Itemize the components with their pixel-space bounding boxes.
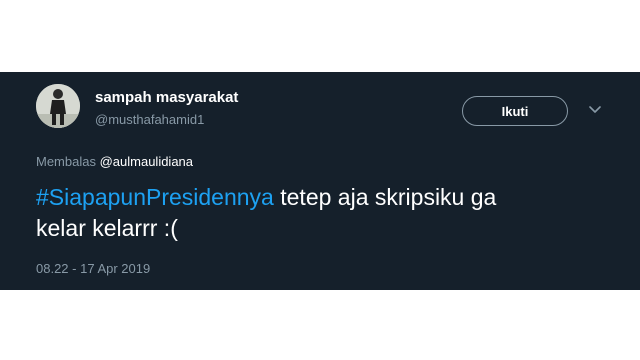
user-handle[interactable]: @musthafahamid1	[95, 112, 204, 127]
reply-mention-link[interactable]: @aulmaulidiana	[100, 154, 193, 169]
avatar[interactable]	[36, 84, 80, 128]
follow-button[interactable]: Ikuti	[462, 96, 568, 126]
display-name[interactable]: sampah masyarakat	[95, 89, 238, 106]
avatar-photo-icon	[36, 84, 80, 128]
reply-prefix: Membalas	[36, 154, 96, 169]
reply-context: Membalas @aulmaulidiana	[36, 154, 193, 169]
tweet-card: sampah masyarakat @musthafahamid1 Ikuti …	[0, 72, 640, 290]
tweet-text-line2: kelar kelarrr :(	[36, 215, 178, 241]
timestamp[interactable]: 08.22 - 17 Apr 2019	[36, 261, 150, 276]
tweet-text-line1: tetep aja skripsiku ga	[273, 184, 497, 210]
more-menu-button[interactable]	[585, 100, 605, 120]
tweet-text: #SiapapunPresidennya tetep aja skripsiku…	[36, 182, 616, 244]
chevron-down-icon	[589, 106, 601, 113]
hashtag-link[interactable]: #SiapapunPresidennya	[36, 184, 274, 210]
